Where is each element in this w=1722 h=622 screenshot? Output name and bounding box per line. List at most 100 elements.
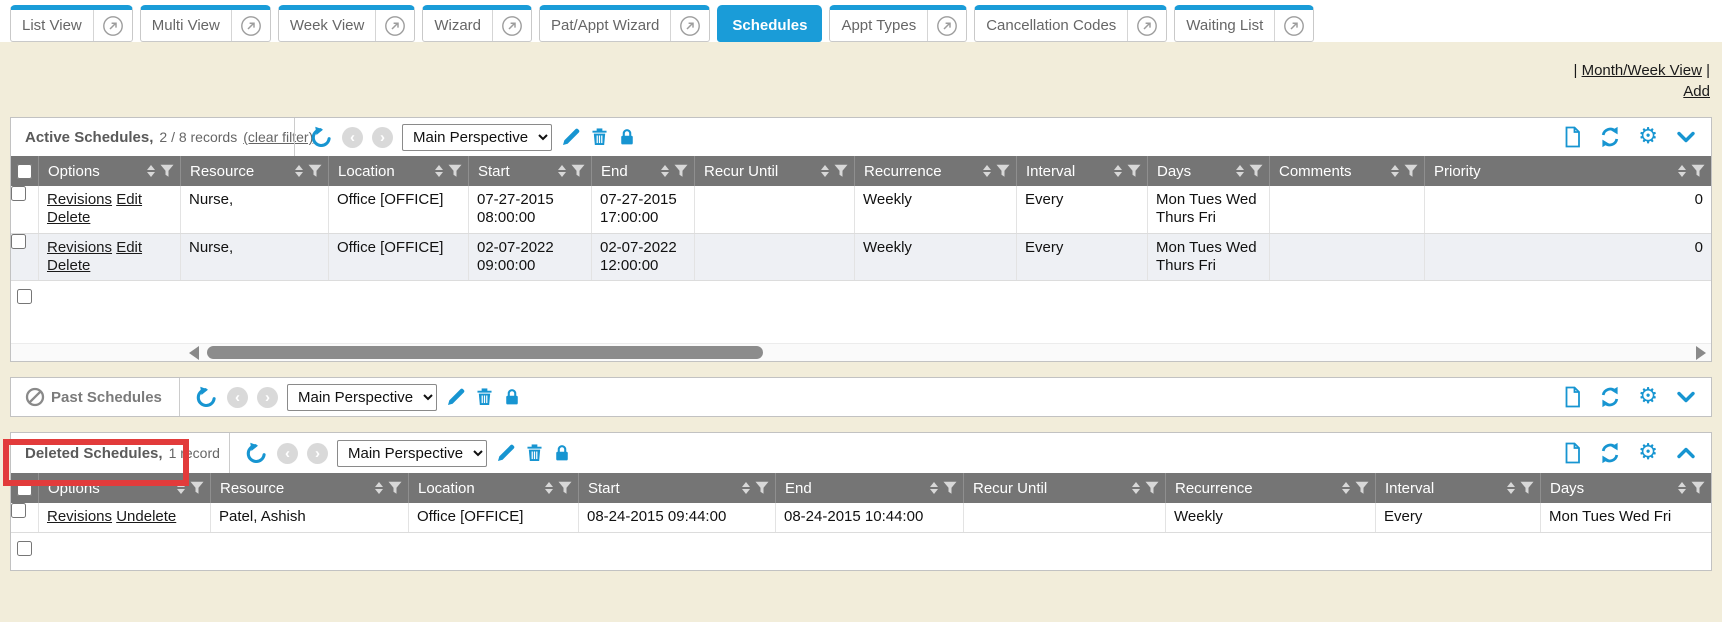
sort-icon[interactable]: [1678, 482, 1686, 494]
edit-pencil-icon[interactable]: [446, 387, 466, 407]
sort-icon[interactable]: [742, 482, 750, 494]
undo-refresh-icon[interactable]: [310, 126, 333, 149]
sort-icon[interactable]: [1342, 482, 1350, 494]
sync-icon[interactable]: [1599, 386, 1621, 408]
tab-label[interactable]: Multi View: [141, 10, 231, 41]
delete-link[interactable]: Delete: [47, 257, 90, 274]
delete-link[interactable]: Delete: [47, 209, 90, 226]
perspective-select[interactable]: Main Perspective: [287, 384, 437, 411]
popout-icon[interactable]: [232, 10, 270, 41]
gear-icon[interactable]: ⚙: [1638, 386, 1658, 408]
undo-refresh-icon[interactable]: [195, 386, 218, 409]
edit-link[interactable]: Edit: [116, 239, 142, 256]
filter-funnel-icon[interactable]: [571, 164, 585, 178]
filter-funnel-icon[interactable]: [1127, 164, 1141, 178]
gear-icon[interactable]: ⚙: [1638, 442, 1658, 464]
sort-icon[interactable]: [545, 482, 553, 494]
next-page-button[interactable]: ›: [307, 443, 328, 464]
sort-icon[interactable]: [1678, 165, 1686, 177]
tab-appt-types[interactable]: Appt Types: [829, 5, 967, 42]
sort-icon[interactable]: [821, 165, 829, 177]
sort-icon[interactable]: [930, 482, 938, 494]
sort-icon[interactable]: [435, 165, 443, 177]
perspective-select[interactable]: Main Perspective: [402, 124, 552, 151]
undelete-link[interactable]: Undelete: [116, 508, 176, 525]
collapse-chevron-up-icon[interactable]: [1675, 444, 1697, 462]
filter-funnel-icon[interactable]: [388, 481, 402, 495]
sort-icon[interactable]: [1507, 482, 1515, 494]
sort-icon[interactable]: [1132, 482, 1140, 494]
sort-icon[interactable]: [661, 165, 669, 177]
horizontal-scrollbar[interactable]: [11, 343, 1711, 361]
edit-link[interactable]: Edit: [116, 191, 142, 208]
sort-icon[interactable]: [983, 165, 991, 177]
sort-icon[interactable]: [295, 165, 303, 177]
popout-icon[interactable]: [928, 10, 966, 41]
filter-funnel-icon[interactable]: [834, 164, 848, 178]
filter-funnel-icon[interactable]: [1249, 164, 1263, 178]
new-document-icon[interactable]: [1562, 126, 1582, 148]
filter-funnel-icon[interactable]: [1145, 481, 1159, 495]
next-page-button[interactable]: ›: [257, 387, 278, 408]
select-all-checkbox[interactable]: [17, 481, 32, 496]
edit-pencil-icon[interactable]: [496, 443, 516, 463]
edit-pencil-icon[interactable]: [561, 127, 581, 147]
tab-waiting-list[interactable]: Waiting List: [1174, 5, 1314, 42]
sort-icon[interactable]: [558, 165, 566, 177]
tab-label[interactable]: Pat/Appt Wizard: [540, 10, 670, 41]
scroll-right-arrow[interactable]: [1696, 346, 1706, 360]
tab-label[interactable]: Week View: [279, 10, 375, 41]
popout-icon[interactable]: [1128, 10, 1166, 41]
tab-label[interactable]: Wizard: [423, 10, 492, 41]
new-document-icon[interactable]: [1562, 386, 1582, 408]
gear-icon[interactable]: ⚙: [1638, 126, 1658, 148]
filter-funnel-icon[interactable]: [996, 164, 1010, 178]
filter-funnel-icon[interactable]: [1404, 164, 1418, 178]
popout-icon[interactable]: [493, 10, 531, 41]
next-page-button[interactable]: ›: [372, 127, 393, 148]
sync-icon[interactable]: [1599, 442, 1621, 464]
revisions-link[interactable]: Revisions: [47, 239, 112, 256]
row-checkbox[interactable]: [17, 541, 32, 556]
filter-funnel-icon[interactable]: [448, 164, 462, 178]
tab-multi-view[interactable]: Multi View: [140, 5, 271, 42]
tab-label[interactable]: Cancellation Codes: [975, 10, 1127, 41]
tab-label[interactable]: Appt Types: [830, 10, 927, 41]
perspective-select[interactable]: Main Perspective: [337, 440, 487, 467]
prev-page-button[interactable]: ‹: [277, 443, 298, 464]
tab-label[interactable]: Waiting List: [1175, 10, 1274, 41]
filter-funnel-icon[interactable]: [308, 164, 322, 178]
tab-wizard[interactable]: Wizard: [422, 5, 532, 42]
tab-week-view[interactable]: Week View: [278, 5, 415, 42]
filter-funnel-icon[interactable]: [1691, 481, 1705, 495]
filter-funnel-icon[interactable]: [1691, 164, 1705, 178]
sort-icon[interactable]: [375, 482, 383, 494]
lock-icon[interactable]: [618, 127, 636, 147]
sort-icon[interactable]: [1391, 165, 1399, 177]
scrollbar-thumb[interactable]: [207, 346, 763, 359]
trash-icon[interactable]: [475, 387, 494, 407]
trash-icon[interactable]: [590, 127, 609, 147]
lock-icon[interactable]: [553, 443, 571, 463]
filter-funnel-icon[interactable]: [190, 481, 204, 495]
filter-funnel-icon[interactable]: [160, 164, 174, 178]
filter-funnel-icon[interactable]: [674, 164, 688, 178]
row-checkbox[interactable]: [11, 503, 26, 518]
filter-funnel-icon[interactable]: [943, 481, 957, 495]
filter-funnel-icon[interactable]: [1355, 481, 1369, 495]
collapse-chevron-down-icon[interactable]: [1675, 128, 1697, 146]
popout-icon[interactable]: [671, 10, 709, 41]
revisions-link[interactable]: Revisions: [47, 191, 112, 208]
sort-icon[interactable]: [177, 482, 185, 494]
sort-icon[interactable]: [1236, 165, 1244, 177]
tab-label[interactable]: Schedules: [718, 10, 821, 41]
select-all-checkbox[interactable]: [17, 164, 32, 179]
tab-schedules[interactable]: Schedules: [717, 5, 822, 42]
month-week-view-link[interactable]: Month/Week View: [1582, 62, 1702, 79]
filter-funnel-icon[interactable]: [558, 481, 572, 495]
popout-icon[interactable]: [94, 10, 132, 41]
popout-icon[interactable]: [376, 10, 414, 41]
row-checkbox[interactable]: [17, 289, 32, 304]
undo-refresh-icon[interactable]: [245, 442, 268, 465]
row-checkbox[interactable]: [11, 186, 26, 201]
